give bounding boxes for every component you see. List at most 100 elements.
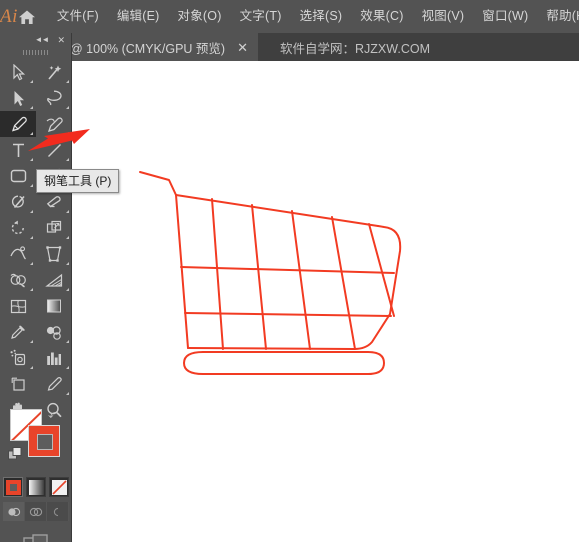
site-watermark-label: 软件自学网：RJZXW.COM [280, 41, 430, 56]
line-segment-tool-icon[interactable] [36, 137, 72, 163]
stroke-color-swatch[interactable] [28, 425, 60, 457]
color-mode-gradient-button[interactable] [26, 477, 46, 497]
free-transform-tool-icon[interactable] [36, 241, 72, 267]
flyout-indicator-icon [30, 184, 33, 187]
tool-row [0, 111, 72, 137]
flyout-indicator-icon [66, 392, 69, 395]
tools-panel-header: ◄◄ ✕ [0, 33, 72, 47]
flyout-indicator-icon [66, 288, 69, 291]
flyout-indicator-icon [30, 288, 33, 291]
draw-inside-button[interactable] [47, 502, 69, 521]
panel-drag-grip[interactable] [0, 47, 72, 57]
selection-tool-icon[interactable] [0, 59, 36, 85]
shape-builder-tool-icon[interactable] [0, 267, 36, 293]
document-tab-bar: @ 100% (CMYK/GPU 预览) ✕ 软件自学网：RJZXW.COM [0, 33, 579, 61]
flyout-indicator-icon [30, 236, 33, 239]
flyout-indicator-icon [66, 262, 69, 265]
color-mode-none-button[interactable] [49, 477, 69, 497]
collapse-panel-icon[interactable]: ◄◄ [35, 36, 50, 44]
flyout-indicator-icon [66, 132, 69, 135]
color-mode-buttons [0, 477, 72, 497]
document-tab-label: @ 100% (CMYK/GPU 预览) [70, 41, 226, 56]
tool-list [0, 57, 72, 423]
menu-object[interactable]: 对象(O) [169, 0, 231, 33]
flyout-indicator-icon [30, 158, 33, 161]
tool-row [0, 241, 72, 267]
type-tool-icon[interactable] [0, 137, 36, 163]
draw-behind-button[interactable] [25, 502, 47, 521]
direct-selection-tool-icon[interactable] [0, 85, 36, 111]
menu-file[interactable]: 文件(F) [48, 0, 108, 33]
pen-tool-tooltip: 钢笔工具 (P) [36, 169, 120, 193]
tool-row [0, 215, 72, 241]
flyout-indicator-icon [66, 236, 69, 239]
flyout-indicator-icon [66, 340, 69, 343]
tool-row [0, 85, 72, 111]
blend-tool-icon[interactable] [36, 319, 72, 345]
home-icon[interactable] [18, 0, 36, 33]
menu-items: 文件(F) 编辑(E) 对象(O) 文字(T) 选择(S) 效果(C) 视图(V… [48, 0, 579, 33]
flyout-indicator-icon [66, 158, 69, 161]
fill-stroke-indicator: ⤺ [0, 407, 72, 473]
shaper-tool-icon[interactable] [0, 189, 36, 215]
flyout-indicator-icon [66, 106, 69, 109]
flyout-indicator-icon [30, 80, 33, 83]
flyout-indicator-icon [30, 340, 33, 343]
tool-row [0, 345, 72, 371]
close-panel-icon[interactable]: ✕ [57, 35, 65, 45]
gradient-tool-icon[interactable] [36, 293, 72, 319]
grip-dots-icon [23, 49, 49, 55]
flyout-indicator-icon [66, 366, 69, 369]
width-tool-icon[interactable] [0, 241, 36, 267]
symbol-sprayer-tool-icon[interactable] [0, 345, 36, 371]
shopping-cart-drawing [139, 171, 402, 375]
menu-view[interactable]: 视图(V) [413, 0, 474, 33]
flyout-indicator-icon [66, 210, 69, 213]
mesh-tool-icon[interactable] [0, 293, 36, 319]
close-icon[interactable]: ✕ [237, 41, 248, 54]
perspective-grid-tool-icon[interactable] [36, 267, 72, 293]
draw-normal-button[interactable] [3, 502, 25, 521]
color-mode-solid-button[interactable] [3, 477, 23, 497]
swap-fill-stroke-icon[interactable]: ⤺ [48, 407, 61, 422]
curvature-tool-icon[interactable] [36, 111, 72, 137]
default-fill-stroke-icon[interactable] [8, 447, 23, 467]
column-graph-tool-icon[interactable] [36, 345, 72, 371]
flyout-indicator-icon [30, 262, 33, 265]
screen-mode-button[interactable] [0, 533, 72, 542]
lasso-tool-icon[interactable] [36, 85, 72, 111]
scale-tool-icon[interactable] [36, 215, 72, 241]
menu-edit[interactable]: 编辑(E) [108, 0, 169, 33]
slice-tool-icon[interactable] [36, 371, 72, 397]
tool-row [0, 319, 72, 345]
flyout-indicator-icon [66, 80, 69, 83]
flyout-indicator-icon [30, 366, 33, 369]
rotate-tool-icon[interactable] [0, 215, 36, 241]
flyout-indicator-icon [30, 210, 33, 213]
tool-row [0, 137, 72, 163]
artboard-tool-icon[interactable] [0, 371, 36, 397]
tool-row [0, 293, 72, 319]
menu-help[interactable]: 帮助(H) [537, 0, 579, 33]
illustrator-window: Ai 文件(F) 编辑(E) 对象(O) 文字(T) 选择(S) 效果(C) 视… [0, 0, 579, 542]
tools-panel: ◄◄ ✕ ⤺ 钢笔工具 (P) [0, 33, 120, 542]
tool-row [0, 371, 72, 397]
tool-row [0, 267, 72, 293]
menu-bar: Ai 文件(F) 编辑(E) 对象(O) 文字(T) 选择(S) 效果(C) 视… [0, 0, 579, 33]
eyedropper-tool-icon[interactable] [0, 319, 36, 345]
flyout-indicator-icon [30, 106, 33, 109]
tool-row [0, 59, 72, 85]
drawing-mode-buttons [0, 502, 72, 521]
rectangle-tool-icon[interactable] [0, 163, 36, 189]
color-controls: ⤺ [0, 401, 72, 542]
menu-type[interactable]: 文字(T) [231, 0, 291, 33]
flyout-indicator-icon [30, 132, 33, 135]
stroke-swatch-inner [37, 434, 53, 450]
magic-wand-tool-icon[interactable] [36, 59, 72, 85]
pen-tool-icon[interactable] [0, 111, 36, 137]
menu-effect[interactable]: 效果(C) [351, 0, 412, 33]
menu-select[interactable]: 选择(S) [291, 0, 352, 33]
ai-logo: Ai [0, 5, 18, 27]
artboard-canvas[interactable] [72, 61, 579, 542]
menu-window[interactable]: 窗口(W) [473, 0, 537, 33]
